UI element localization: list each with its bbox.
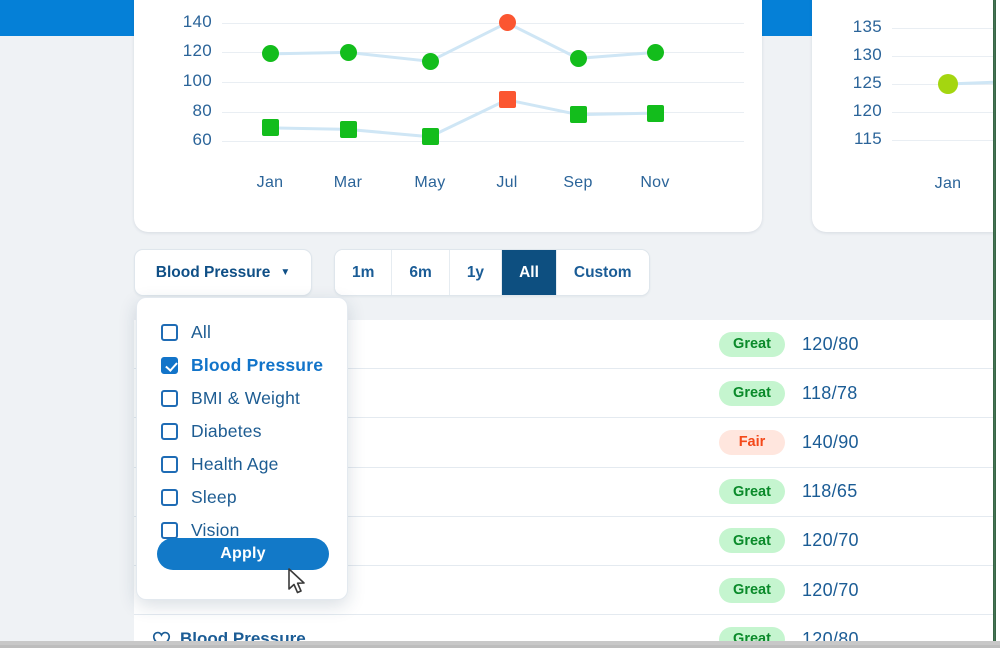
chart-lines [947,80,1000,86]
time-range-button-6m[interactable]: 6m [392,250,450,295]
status-badge: Great [719,577,785,603]
secondary-chart: 115 120 125 130 135 Jan [812,0,1000,232]
metric-option-label: Diabetes [191,421,262,441]
time-range-button-1m[interactable]: 1m [335,250,393,295]
metric-option-label: Health Age [191,454,279,474]
checkbox-icon[interactable] [161,489,178,506]
chart-data-point[interactable] [339,43,357,61]
table-row-value: 120/70 [802,579,859,600]
checkbox-icon[interactable] [161,423,178,440]
checkbox-icon[interactable] [161,390,178,407]
table-row-value: 120/70 [802,530,859,551]
time-range-button-all[interactable]: All [502,250,557,295]
status-badge: Great [719,331,785,357]
metric-option-label: Sleep [191,487,237,507]
chart-data-point[interactable] [421,128,439,146]
chevron-down-icon: ▼ [280,266,291,278]
time-range-button-1y[interactable]: 1y [449,250,503,295]
status-badge: Great [719,479,785,505]
chart-data-point[interactable] [646,104,664,122]
chart-data-point[interactable] [569,49,587,67]
time-range-button-custom[interactable]: Custom [556,250,649,295]
chart-data-point[interactable] [498,14,516,32]
chart-data-point[interactable] [646,43,664,61]
chart-data-point[interactable] [938,74,958,94]
metric-option-label: BMI & Weight [191,388,301,408]
chart-data-point[interactable] [261,119,279,137]
chart-data-point[interactable] [421,52,439,70]
metric-filter-dropdown-toggle[interactable]: Blood Pressure ▼ [134,249,312,296]
secondary-chart-card: 115 120 125 130 135 Jan [812,0,1000,232]
checkbox-checked-icon[interactable] [161,357,178,374]
metric-option-all[interactable]: All [137,316,347,349]
chart-data-point[interactable] [498,91,516,109]
table-row-value: 140/90 [802,431,859,452]
metric-filter-dropdown-panel[interactable]: All Blood Pressure BMI & Weight Diabetes Hea… [136,297,348,600]
checkbox-icon[interactable] [161,522,178,539]
time-range-button-group: 1m 6m 1y All Custom [334,249,650,296]
checkbox-icon[interactable] [161,324,178,341]
metric-option-bmi-weight[interactable]: BMI & Weight [137,382,347,415]
checkbox-icon[interactable] [161,456,178,473]
status-badge: Great [719,528,785,554]
chart-lines [269,21,656,139]
apply-button-label: Apply [220,545,266,562]
metric-filter-label: Blood Pressure [155,263,271,281]
header-accent-bar-left [0,0,134,36]
app-root: 60 80 100 120 140 Jan Mar May Jul Sep Nov 115 120 12… [0,0,1000,648]
status-badge: Fair [719,429,785,455]
chart-data-point[interactable] [569,106,587,124]
chart-data-point[interactable] [261,45,279,63]
apply-button[interactable]: Apply [157,538,329,570]
metric-option-label: All [191,322,212,342]
metric-option-blood-pressure[interactable]: Blood Pressure [137,349,347,382]
chart-data-point[interactable] [339,120,357,138]
table-row-value: 118/65 [802,481,858,502]
metric-option-sleep[interactable]: Sleep [137,481,347,514]
table-row-value: 120/80 [802,333,859,354]
blood-pressure-chart: 60 80 100 120 140 Jan Mar May Jul Sep Nov [134,0,762,232]
metric-filter-option-list: All Blood Pressure BMI & Weight Diabetes Hea… [137,316,347,547]
status-badge: Great [719,380,785,406]
metric-option-label: Blood Pressure [191,355,324,375]
metric-option-health-age[interactable]: Health Age [137,448,347,481]
window-right-gap [996,0,1000,648]
header-accent-bar-right [762,0,812,36]
blood-pressure-chart-card: 60 80 100 120 140 Jan Mar May Jul Sep Nov [134,0,762,232]
table-row-value: 118/78 [802,382,858,403]
metric-option-diabetes[interactable]: Diabetes [137,415,347,448]
